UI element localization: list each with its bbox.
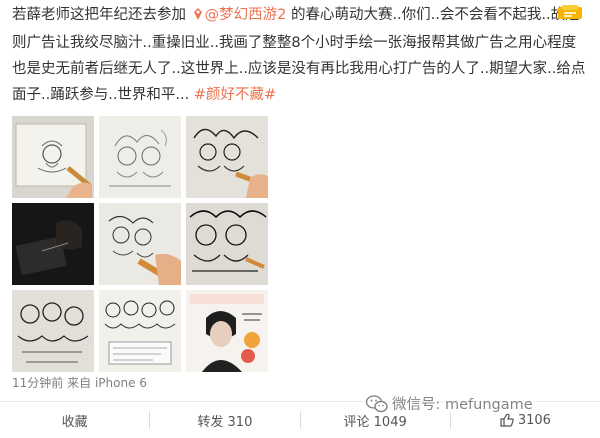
- detailed-drawing-icon: [186, 203, 268, 285]
- photo-thumbnail-4[interactable]: [12, 203, 94, 285]
- sketch-on-tablet-icon: [12, 116, 94, 198]
- line-sketch-icon: [99, 116, 181, 198]
- photo-thumbnail-9[interactable]: [186, 290, 268, 372]
- watermark-text: 微信号: mefungame: [392, 397, 533, 413]
- photo-thumbnail-1[interactable]: [12, 116, 94, 198]
- photo-thumbnail-6[interactable]: [186, 203, 268, 285]
- badge-icon: [558, 5, 582, 19]
- favorite-label: 收藏: [61, 414, 88, 430]
- photo-thumbnail-3[interactable]: [186, 116, 268, 198]
- source-link[interactable]: iPhone 6: [95, 376, 147, 390]
- source-prefix: 来自: [67, 376, 92, 390]
- drawing-with-pen-icon: [99, 203, 181, 285]
- game-link-icon: [192, 4, 204, 30]
- wechat-icon: [366, 394, 388, 412]
- post-text: 若薛老师这把年纪还去参加 @梦幻西游2 的春心萌动大赛..你们..会不会看不起我…: [12, 2, 590, 108]
- repost-button[interactable]: 转发 310: [150, 402, 299, 438]
- inked-drawing-icon: [186, 116, 268, 198]
- post-time: 11分钟前: [12, 376, 64, 390]
- poster-portrait-icon: [186, 290, 268, 372]
- dark-photo-tablet-icon: [12, 203, 94, 285]
- like-count: 3106: [517, 412, 551, 428]
- photo-thumbnail-5[interactable]: [99, 203, 181, 285]
- photo-thumbnail-2[interactable]: [99, 116, 181, 198]
- thumbs-up-icon: [500, 413, 514, 427]
- mention-link[interactable]: @梦幻西游2: [205, 7, 287, 23]
- topic-link[interactable]: #颜好不藏#: [194, 87, 276, 103]
- wechat-watermark: 微信号: mefungame: [362, 393, 537, 414]
- favorite-button[interactable]: 收藏: [0, 402, 149, 438]
- photo-thumbnail-7[interactable]: [12, 290, 94, 372]
- post-meta: 11分钟前 来自 iPhone 6: [12, 374, 147, 391]
- character-lineup-icon: [99, 290, 181, 372]
- repost-label: 转发 310: [197, 414, 253, 430]
- group-drawing-icon: [12, 290, 94, 372]
- photo-thumbnail-8[interactable]: [99, 290, 181, 372]
- post-text-intro: 若薛老师这把年纪还去参加: [12, 7, 191, 23]
